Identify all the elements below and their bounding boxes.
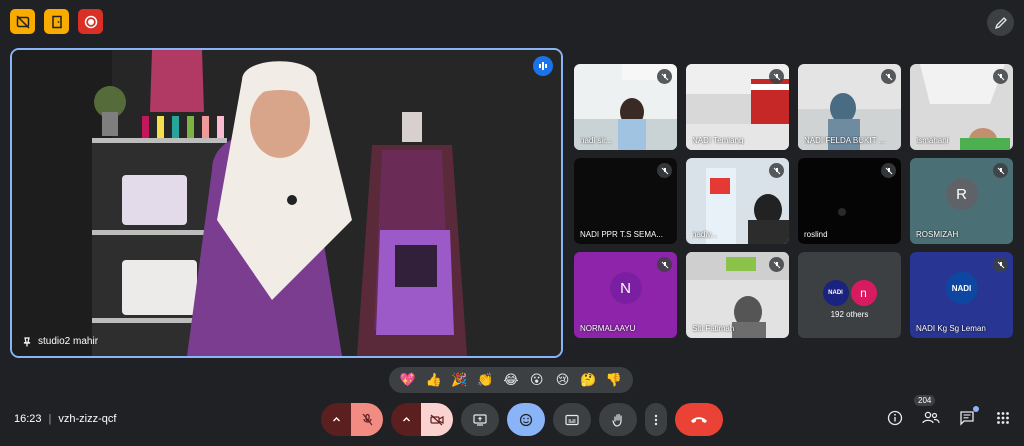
participant-name: NADI Temiang [692, 136, 744, 145]
reaction-clap[interactable]: 👏 [474, 372, 496, 388]
mic-off-icon [769, 257, 784, 272]
reaction-thumbs-up[interactable]: 👍 [423, 372, 445, 388]
call-controls [321, 403, 723, 436]
speaker-video [12, 50, 561, 356]
record-icon[interactable] [78, 9, 103, 34]
participant-tile[interactable]: nadiy... [686, 158, 789, 244]
edit-pen-icon[interactable] [987, 9, 1014, 36]
participant-name: NADI Kg Sg Leman [916, 324, 986, 333]
top-toolbar [10, 9, 103, 34]
mic-options-chevron-icon[interactable] [321, 403, 351, 436]
participant-tile[interactable]: N NORMALAAYU [574, 252, 677, 338]
mic-off-icon [657, 257, 672, 272]
participant-tile[interactable]: NADI NADI Kg Sg Leman [910, 252, 1013, 338]
side-panel-controls: 204 [884, 395, 1014, 429]
end-call-button[interactable] [675, 403, 723, 436]
mic-off-icon [993, 163, 1008, 178]
people-button[interactable]: 204 [914, 395, 942, 429]
mic-off-icon [657, 69, 672, 84]
others-avatars: NADI n [822, 280, 877, 306]
raise-hand-button[interactable] [599, 403, 637, 436]
participant-tile[interactable]: roslind [798, 158, 901, 244]
speaking-indicator-icon [533, 56, 553, 76]
main-speaker-label: studio2 mahir [22, 336, 98, 347]
mic-off-icon [881, 69, 896, 84]
reaction-surprised[interactable]: 😮 [526, 372, 548, 388]
meeting-code[interactable]: vzh-zizz-qcf [58, 413, 116, 425]
captions-off-icon[interactable] [10, 9, 35, 34]
participant-tile[interactable]: nadi sir... [574, 64, 677, 150]
camera-control [391, 403, 453, 436]
participant-name: roslind [804, 230, 828, 239]
others-count: 192 others [830, 310, 869, 319]
reaction-thinking[interactable]: 🤔 [577, 372, 599, 388]
activities-grid-icon[interactable] [992, 407, 1014, 429]
door-icon[interactable] [44, 9, 69, 34]
reactions-bar: 💖 👍 🎉 👏 😂 😮 😢 🤔 👎 [389, 367, 633, 393]
avatar: n [850, 280, 877, 306]
present-screen-button[interactable] [461, 403, 499, 436]
mic-off-icon [769, 69, 784, 84]
chat-button[interactable] [956, 406, 979, 429]
people-count-badge: 204 [914, 395, 936, 406]
main-speaker-name: studio2 mahir [38, 336, 99, 347]
mic-off-icon [993, 257, 1008, 272]
camera-off-button[interactable] [421, 403, 453, 436]
participant-tile[interactable]: Siti Fatimah [686, 252, 789, 338]
avatar: R [945, 178, 978, 211]
participant-name: NORMALAAYU [580, 324, 636, 333]
mic-off-button[interactable] [351, 403, 383, 436]
participant-tile[interactable]: NADI Temiang [686, 64, 789, 150]
participant-name: Siti Fatimah [692, 324, 735, 333]
reaction-sad[interactable]: 😢 [551, 372, 573, 388]
pin-icon[interactable] [22, 336, 32, 347]
participant-name: NADI FELDA BUKIT ... [804, 136, 886, 145]
participant-name: ROSMIZAH [916, 230, 959, 239]
emoji-reactions-button[interactable] [507, 403, 545, 436]
reaction-laugh[interactable]: 😂 [500, 372, 522, 388]
participant-name: nadiy... [692, 230, 718, 239]
camera-options-chevron-icon[interactable] [391, 403, 421, 436]
mic-off-icon [993, 69, 1008, 84]
people-icon [922, 411, 940, 424]
mic-off-icon [769, 163, 784, 178]
meeting-time: 16:23 [14, 413, 42, 425]
chat-icon [960, 411, 974, 426]
nadi-logo: NADI [945, 272, 978, 305]
participant-tile[interactable]: R ROSMIZAH [910, 158, 1013, 244]
participant-grid: nadi sir... NADI Temiang NADI FELDA BUKI… [574, 64, 1013, 338]
reaction-party[interactable]: 🎉 [448, 372, 470, 388]
participant-name: Ismahani [916, 136, 949, 145]
mic-control [321, 403, 383, 436]
participant-name: NADI PPR T.S SEMA... [580, 230, 663, 239]
participant-tile[interactable]: NADI PPR T.S SEMA... [574, 158, 677, 244]
meeting-info: 16:23 | vzh-zizz-qcf [14, 413, 116, 425]
mic-off-icon [881, 163, 896, 178]
participant-tile[interactable]: Ismahani [910, 64, 1013, 150]
participant-name: nadi sir... [580, 136, 613, 145]
mic-off-icon [657, 163, 672, 178]
reaction-heart[interactable]: 💖 [397, 372, 419, 388]
more-options-icon[interactable] [645, 403, 667, 436]
main-speaker-tile[interactable]: studio2 mahir [10, 48, 563, 358]
avatar: N [609, 272, 642, 305]
avatar: NADI [822, 280, 849, 306]
captions-button[interactable] [553, 403, 591, 436]
unread-dot [973, 406, 979, 412]
participant-tile[interactable]: NADI FELDA BUKIT ... [798, 64, 901, 150]
reaction-thumbs-down[interactable]: 👎 [603, 372, 625, 388]
others-tile[interactable]: NADI n 192 others [798, 252, 901, 338]
separator: | [48, 413, 52, 425]
meeting-details-info-icon[interactable] [884, 407, 906, 429]
